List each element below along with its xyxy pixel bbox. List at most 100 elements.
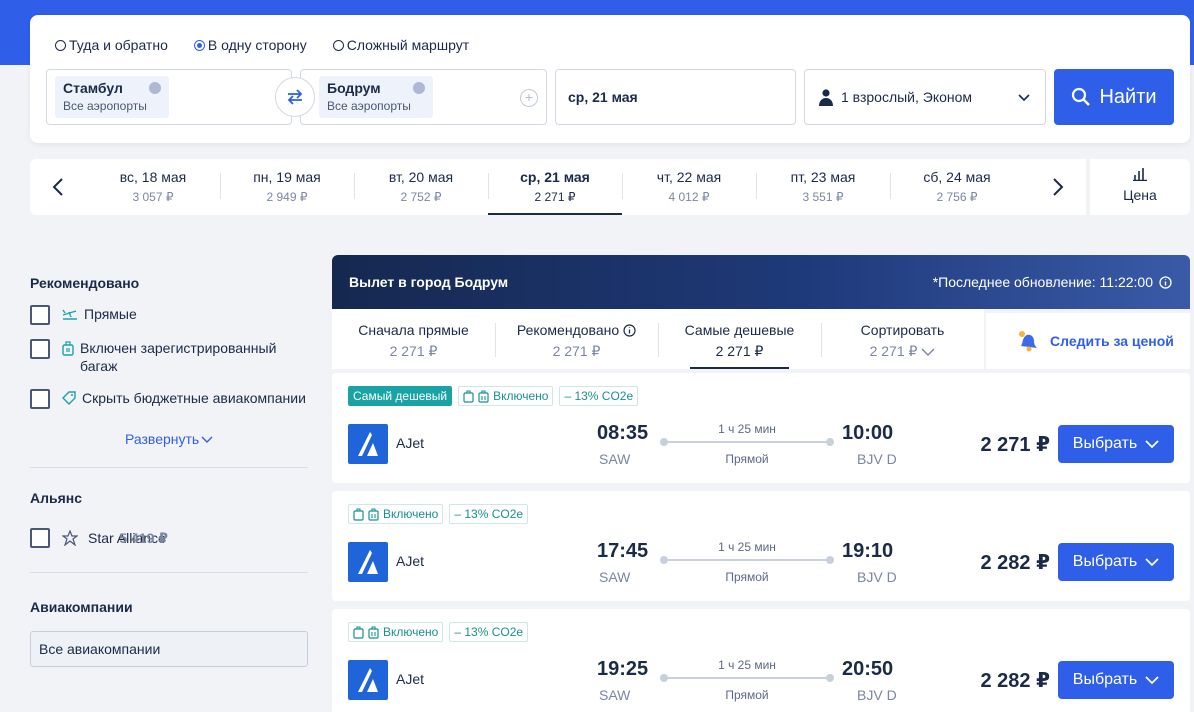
chevron-right-icon: [1053, 178, 1064, 196]
results-header: Вылет в город Бодрум *Последнее обновлен…: [332, 255, 1190, 309]
info-icon[interactable]: [623, 323, 636, 337]
date-option[interactable]: пт, 23 мая 3 551 ₽: [756, 159, 890, 215]
luggage-icon: [368, 507, 379, 521]
filter-label: Скрыть бюджетные авиакомпании: [62, 389, 306, 407]
destination-chip[interactable]: Бодрум Все аэропорты: [319, 76, 433, 118]
checkbox[interactable]: [30, 528, 50, 548]
date-option[interactable]: вс, 18 мая 3 057 ₽: [86, 159, 220, 215]
checkbox[interactable]: [30, 389, 50, 409]
add-destination-icon[interactable]: +: [520, 89, 538, 107]
sort-recommended[interactable]: Рекомендовано 2 271 ₽: [495, 309, 658, 369]
filter-label: Прямые: [62, 305, 137, 323]
clear-destination-icon[interactable]: [413, 82, 425, 94]
date-label: пт, 23 мая: [790, 169, 856, 185]
departure-time: 17:45: [597, 540, 649, 562]
select-flight-button[interactable]: Выбрать: [1058, 661, 1174, 699]
next-dates-button[interactable]: [1046, 175, 1070, 199]
filter-direct[interactable]: Прямые: [30, 305, 308, 325]
sort-tab-label: Сначала прямые: [358, 322, 469, 338]
find-label: Найти: [1099, 85, 1157, 108]
airline-logo-icon: [348, 660, 388, 700]
flight-type: Прямой: [725, 452, 769, 466]
airline-logo-icon: [348, 424, 388, 464]
passengers-field[interactable]: 1 взрослый, Эконом: [804, 69, 1046, 125]
find-button[interactable]: Найти: [1054, 69, 1174, 125]
clear-origin-icon[interactable]: [149, 82, 161, 94]
select-flight-button[interactable]: Выбрать: [1058, 425, 1174, 463]
sort-tab-label: Рекомендовано: [516, 322, 620, 338]
airlines-select[interactable]: Все авиакомпании: [30, 631, 308, 667]
filter-star-alliance[interactable]: Star Alliance 5 419 ₽: [30, 528, 308, 548]
date-label: сб, 24 мая: [923, 169, 991, 185]
filter-budget[interactable]: Скрыть бюджетные авиакомпании: [30, 389, 308, 409]
departure-time: 08:35: [597, 422, 649, 444]
search-form: Туда и обратно В одну сторону Сложный ма…: [30, 15, 1190, 143]
date-option[interactable]: пн, 19 мая 2 949 ₽: [220, 159, 354, 215]
airline-name: AJet: [396, 671, 425, 687]
price-watch-button[interactable]: Следить за ценой: [986, 313, 1190, 369]
trip-type-label: Туда и обратно: [69, 37, 168, 53]
chevron-down-icon: [201, 436, 213, 443]
sort-dropdown[interactable]: Сортировать 2 271 ₽: [821, 309, 984, 369]
trip-type-group: Туда и обратно В одну сторону Сложный ма…: [55, 37, 469, 53]
checkbox[interactable]: [30, 339, 50, 359]
sort-cheapest[interactable]: Самые дешевые 2 271 ₽: [658, 309, 821, 369]
prev-dates-button[interactable]: [46, 175, 70, 199]
flight-type: Прямой: [725, 688, 769, 702]
co2-badge: – 13% CO2e: [449, 622, 529, 642]
swap-button[interactable]: [275, 77, 315, 117]
carry-on-icon: [353, 625, 364, 639]
date-field[interactable]: ср, 21 мая: [555, 69, 796, 125]
arrival-airport: BJV D: [857, 687, 897, 703]
sort-tab-value: 2 271 ₽: [715, 343, 764, 359]
bell-icon: [1019, 331, 1037, 352]
origin-field[interactable]: Стамбул Все аэропорты: [46, 69, 292, 125]
date-option[interactable]: чт, 22 мая 4 012 ₽: [622, 159, 756, 215]
date-value: ср, 21 мая: [568, 89, 638, 105]
trip-type-complex[interactable]: Сложный маршрут: [332, 37, 469, 53]
origin-chip[interactable]: Стамбул Все аэропорты: [55, 76, 169, 118]
date-option[interactable]: ср, 21 мая 2 271 ₽: [488, 159, 622, 215]
checkbox[interactable]: [30, 305, 50, 325]
flight-duration: 1 ч 25 мин: [718, 422, 776, 436]
trip-type-oneway[interactable]: В одну сторону: [193, 37, 307, 53]
select-label: Выбрать: [1072, 435, 1138, 452]
filter-baggage[interactable]: Включен зарегистрированный багаж: [30, 339, 308, 375]
radio-icon: [193, 39, 205, 51]
arrival-airport: BJV D: [857, 451, 897, 467]
date-option[interactable]: вт, 20 мая 2 752 ₽: [354, 159, 488, 215]
date-price: 3 057 ₽: [132, 190, 174, 204]
flight-duration: 1 ч 25 мин: [718, 540, 776, 554]
destination-field[interactable]: Бодрум Все аэропорты +: [300, 69, 547, 125]
sort-tab-label-wrap: Рекомендовано: [517, 322, 636, 338]
origin-airports: Все аэропорты: [63, 99, 147, 113]
flight-price: 2 282 ₽: [980, 670, 1050, 692]
chevron-down-icon: [1145, 558, 1159, 567]
price-calendar-toggle[interactable]: Цена: [1090, 159, 1190, 215]
trip-type-round[interactable]: Туда и обратно: [55, 37, 168, 53]
chevron-down-icon: [1145, 440, 1159, 449]
alliance-price: 5 419 ₽: [119, 529, 168, 546]
baggage-badge: Включено: [348, 504, 444, 524]
select-flight-button[interactable]: Выбрать: [1058, 543, 1174, 581]
date-label: пн, 19 мая: [253, 169, 321, 185]
flight-price: 2 282 ₽: [980, 552, 1050, 574]
arrival-time: 10:00: [842, 422, 894, 444]
expand-filters-link[interactable]: Развернуть: [125, 431, 308, 447]
baggage-badge: Включено: [348, 622, 444, 642]
filter-label: Включен зарегистрированный багаж: [62, 339, 308, 375]
flight-card[interactable]: Включено – 13% CO2e AJet 17:45 SAW 1 ч 25 мин…: [332, 491, 1190, 601]
flight-card[interactable]: Включено – 13% CO2e AJet 19:25 SAW 1 ч 25 мин…: [332, 609, 1190, 712]
filters-sidebar: Рекомендовано Прямые Включен зарегистрир…: [30, 255, 308, 667]
date-option[interactable]: сб, 24 мая 2 756 ₽: [890, 159, 1024, 215]
sort-tab-value: 2 271 ₽: [869, 343, 918, 359]
flight-card[interactable]: Самый дешевый Включено – 13% CO2e AJet 08:35…: [332, 373, 1190, 483]
filter-direct-label: Прямые: [84, 306, 137, 322]
baggage-label: Включено: [383, 507, 439, 521]
radio-icon: [332, 39, 344, 51]
date-price: 4 012 ₽: [668, 190, 710, 204]
sort-direct-first[interactable]: Сначала прямые 2 271 ₽: [332, 309, 495, 369]
info-icon[interactable]: [1159, 275, 1172, 289]
baggage-badge: Включено: [458, 386, 554, 406]
flight-duration: 1 ч 25 мин: [718, 658, 776, 672]
